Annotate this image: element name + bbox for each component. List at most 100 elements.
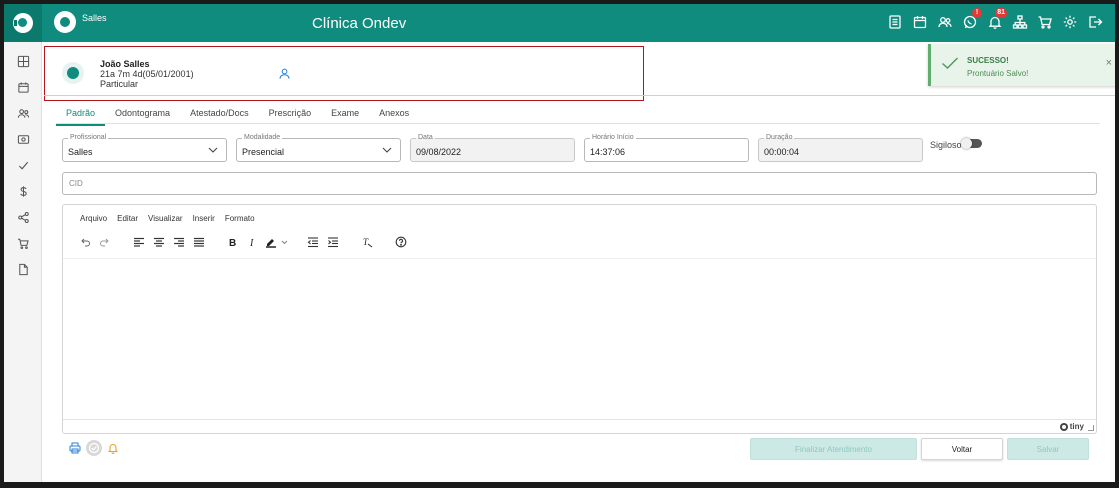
sidebar-item-finance[interactable] — [4, 178, 42, 204]
sidebar-item-documents[interactable] — [4, 256, 42, 282]
modalidade-value: Presencial — [242, 147, 285, 157]
records-icon[interactable] — [886, 13, 903, 30]
indent-icon[interactable] — [327, 236, 339, 248]
align-right-icon[interactable] — [173, 236, 185, 248]
sidebar-item-patients[interactable] — [4, 100, 42, 126]
patient-profile-icon[interactable] — [278, 67, 291, 80]
svg-text:B: B — [229, 238, 236, 248]
bold-icon[interactable]: B — [227, 236, 239, 249]
resize-handle[interactable] — [1088, 425, 1094, 431]
user-avatar — [54, 11, 76, 33]
clinic-title: Clínica Ondev — [312, 15, 407, 32]
align-center-icon[interactable] — [153, 236, 165, 248]
share-icon — [17, 211, 29, 223]
whatsapp-badge: ! — [972, 8, 982, 18]
profissional-label: Profissional — [68, 134, 109, 141]
menu-editar[interactable]: Editar — [112, 214, 143, 223]
salvar-button[interactable]: Salvar — [1007, 438, 1089, 460]
data-label: Data — [416, 134, 435, 141]
toast-message: Prontuário Salvo! — [967, 69, 1029, 78]
clear-formatting-icon[interactable]: T — [361, 236, 373, 248]
users-icon[interactable] — [936, 13, 953, 30]
check-icon — [18, 161, 28, 170]
calendar-icon — [17, 81, 29, 93]
help-icon[interactable] — [395, 236, 407, 248]
finalizar-atendimento-button[interactable]: Finalizar Atendimento — [750, 438, 917, 460]
sigiloso-label: Sigiloso — [930, 140, 962, 150]
horario-value: 14:37:06 — [590, 147, 626, 157]
data-value: 09/08/2022 — [416, 147, 462, 157]
sign-button[interactable] — [86, 440, 102, 456]
alert-button[interactable] — [106, 441, 120, 455]
logout-icon[interactable] — [1086, 13, 1103, 30]
highlight-color-icon[interactable] — [265, 236, 291, 248]
calendar-icon[interactable] — [911, 13, 928, 30]
undo-icon[interactable] — [79, 236, 91, 248]
chevron-down-icon — [208, 147, 218, 153]
chevron-down-icon — [382, 147, 392, 153]
tabs-underline — [56, 123, 1100, 124]
top-bar: Salles Clínica Ondev ! 81 — [4, 4, 1115, 42]
rich-text-editor: Arquivo Editar Visualizar Inserir Format… — [62, 204, 1097, 434]
sigiloso-toggle[interactable] — [961, 138, 982, 149]
cid-placeholder: CID — [69, 179, 83, 188]
menu-visualizar[interactable]: Visualizar — [143, 214, 188, 223]
dashboard-icon — [17, 55, 29, 67]
top-icons: ! 81 — [886, 8, 1103, 30]
bottom-actions — [68, 440, 120, 456]
toast-close-button[interactable]: × — [1106, 57, 1112, 69]
logo-icon — [13, 13, 33, 33]
modalidade-select[interactable]: Modalidade Presencial — [236, 134, 401, 162]
duracao-field: Duração 00:00:04 — [758, 134, 923, 162]
check-circle-icon — [88, 442, 100, 454]
sidebar-item-dashboard[interactable] — [4, 48, 42, 74]
cid-input[interactable]: CID — [62, 172, 1097, 195]
bell-icon — [108, 444, 118, 454]
duracao-value: 00:00:04 — [764, 147, 800, 157]
sidebar-item-calendar[interactable] — [4, 74, 42, 100]
notification-badge: 81 — [995, 8, 1007, 18]
sidebar-item-share[interactable] — [4, 204, 42, 230]
user-name: Salles — [82, 13, 107, 23]
menu-arquivo[interactable]: Arquivo — [75, 214, 112, 223]
toast-title: SUCESSO! — [967, 56, 1009, 65]
tiny-brand[interactable]: tiny — [1059, 422, 1084, 431]
patient-age: 21a 7m 4d(05/01/2001) — [100, 69, 194, 79]
italic-icon[interactable]: I — [247, 236, 259, 249]
editor-menubar: Arquivo Editar Visualizar Inserir Format… — [75, 214, 260, 223]
profissional-select[interactable]: Profissional Salles — [62, 134, 227, 162]
dollar-icon — [19, 185, 27, 197]
sidebar-item-check[interactable] — [4, 152, 42, 178]
sidebar-item-cash[interactable] — [4, 126, 42, 152]
whatsapp-icon[interactable]: ! — [961, 8, 982, 30]
tiny-logo-icon — [1059, 422, 1068, 431]
voltar-button[interactable]: Voltar — [921, 438, 1003, 460]
cart-icon[interactable] — [1036, 13, 1053, 30]
tiny-brand-label: tiny — [1069, 422, 1084, 431]
horario-inicio-field[interactable]: Horário Início 14:37:06 — [584, 134, 749, 162]
user-chip[interactable]: Salles — [54, 11, 107, 33]
settings-icon[interactable] — [1061, 13, 1078, 30]
menu-inserir[interactable]: Inserir — [188, 214, 220, 223]
editor-toolbar-divider — [63, 258, 1096, 259]
align-justify-icon[interactable] — [193, 236, 205, 248]
data-field: Data 09/08/2022 — [410, 134, 575, 162]
patients-icon — [17, 108, 29, 118]
outdent-icon[interactable] — [307, 236, 319, 248]
app-logo[interactable] — [4, 4, 42, 42]
patient-avatar — [62, 62, 84, 84]
sidebar-item-cart[interactable] — [4, 230, 42, 256]
redo-icon[interactable] — [99, 236, 111, 248]
print-button[interactable] — [68, 441, 82, 455]
align-left-icon[interactable] — [133, 236, 145, 248]
svg-text:I: I — [249, 238, 254, 248]
menu-formato[interactable]: Formato — [220, 214, 260, 223]
bell-icon[interactable]: 81 — [986, 8, 1007, 30]
svg-text:T: T — [363, 237, 369, 247]
app-window: Salles Clínica Ondev ! 81 João Salles 21… — [4, 4, 1115, 482]
patient-name: João Salles — [100, 59, 150, 69]
org-chart-icon[interactable] — [1011, 13, 1028, 30]
modalidade-label: Modalidade — [242, 134, 283, 141]
sidebar — [4, 42, 42, 482]
profissional-value: Salles — [68, 147, 93, 157]
